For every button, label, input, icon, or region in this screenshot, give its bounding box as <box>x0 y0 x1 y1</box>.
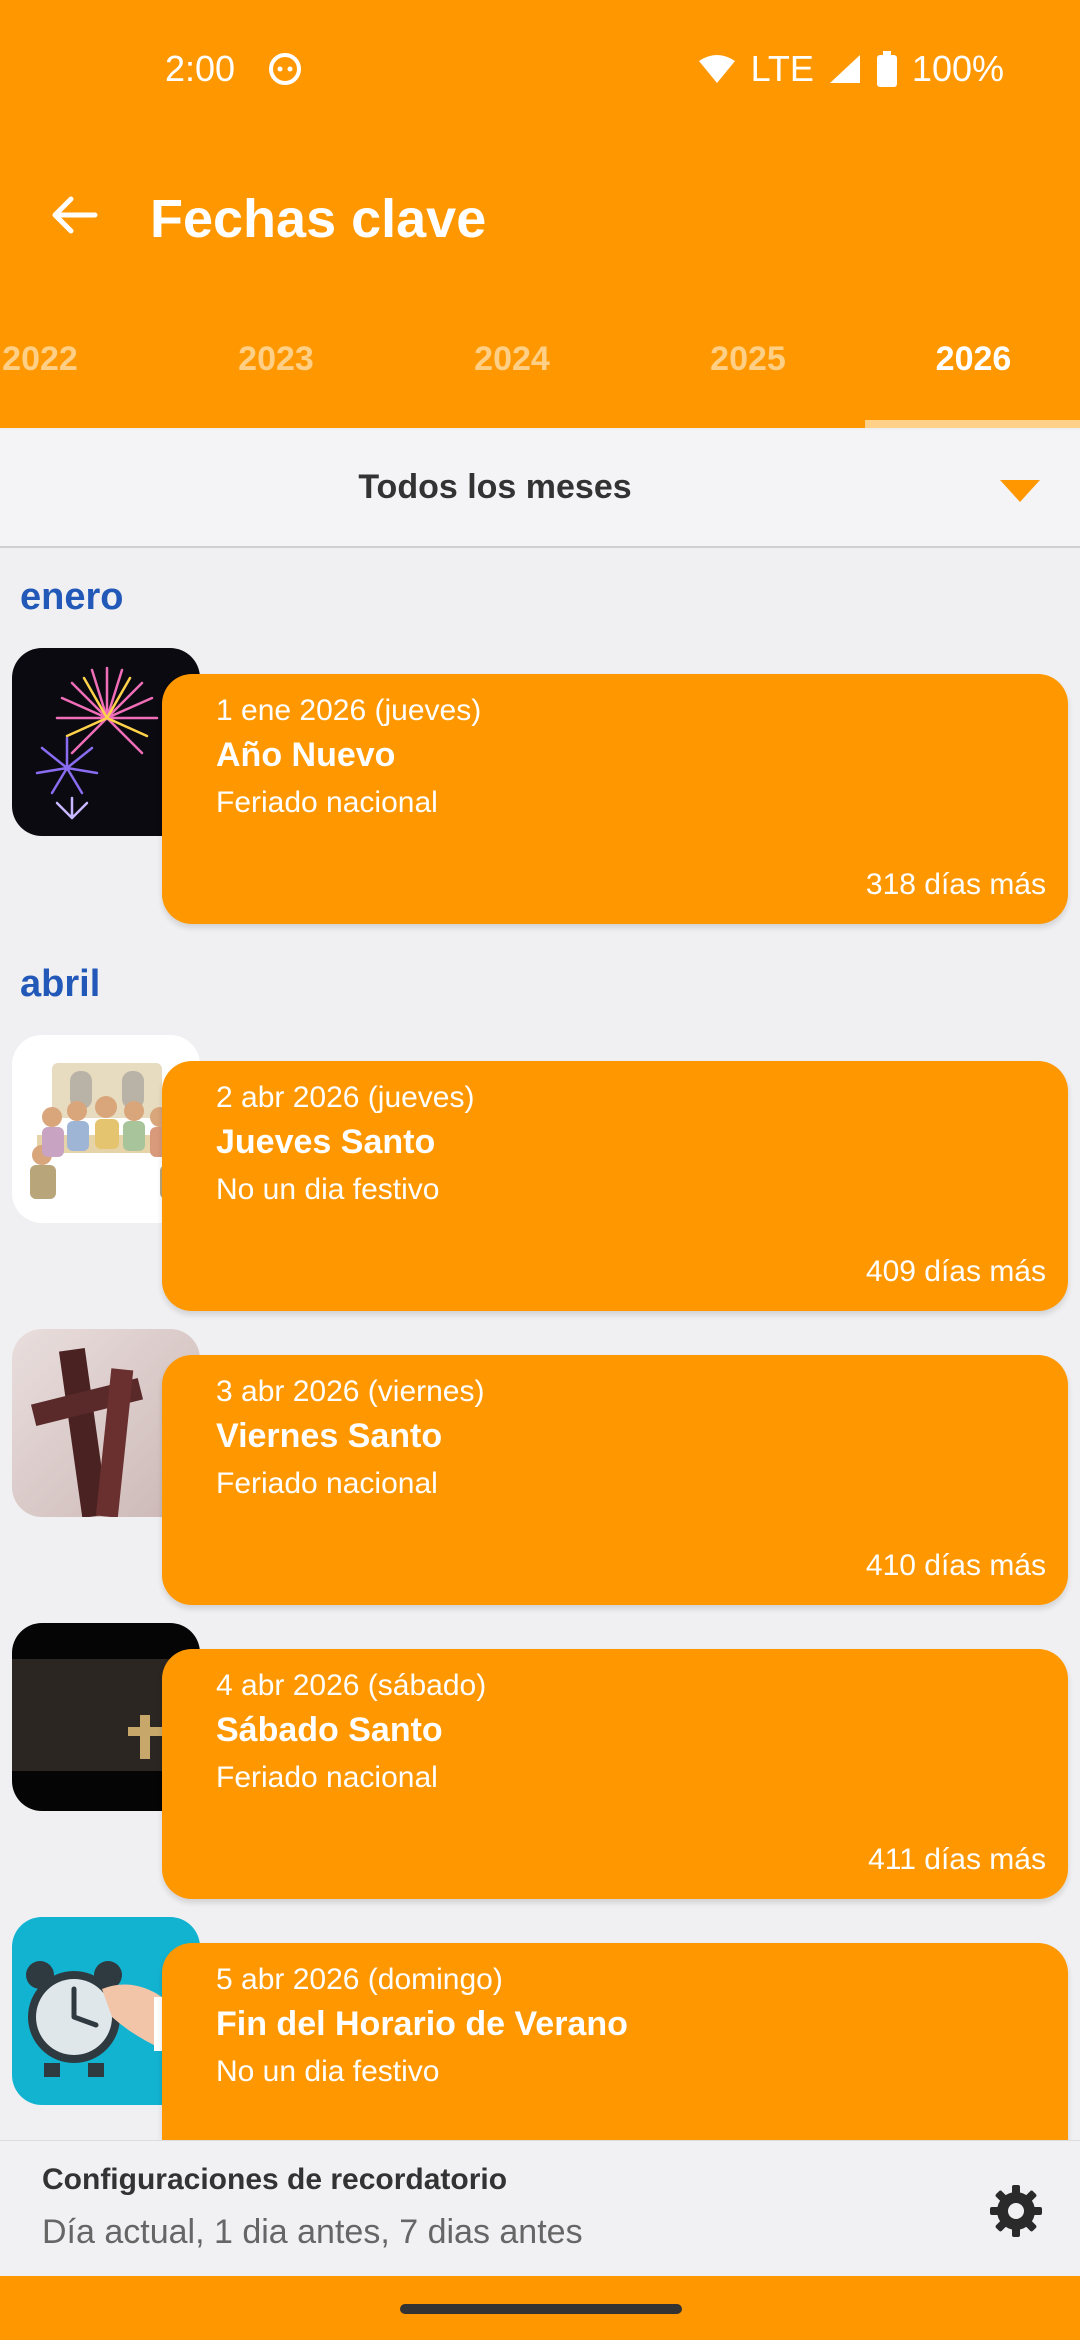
battery-level: 100% <box>911 48 1004 89</box>
event-item[interactable]: 3 abr 2026 (viernes) Viernes Santo Feria… <box>0 1329 1080 1605</box>
event-item[interactable]: 2 abr 2026 (jueves) Jueves Santo No un d… <box>0 1035 1080 1311</box>
tab-indicator <box>865 420 1080 428</box>
back-button[interactable] <box>40 180 110 250</box>
event-name: Fin del Horario de Verano <box>216 2005 628 2043</box>
tab-2026[interactable]: 2026 <box>866 340 1080 379</box>
year-tabs: 2022 2023 2024 2025 2026 <box>0 300 1080 428</box>
status-icons: LTE 100% <box>697 48 1004 90</box>
month-filter-value: Todos los meses <box>358 468 632 506</box>
event-item[interactable]: 5 abr 2026 (domingo) Fin del Horario de … <box>0 1917 1080 2193</box>
days-remaining: 318 días más <box>865 868 1046 901</box>
tab-2025[interactable]: 2025 <box>630 340 866 379</box>
event-date: 2 abr 2026 (jueves) <box>216 1081 475 1114</box>
event-card[interactable]: 2 abr 2026 (jueves) Jueves Santo No un d… <box>162 1061 1068 1311</box>
event-date: 3 abr 2026 (viernes) <box>216 1375 485 1408</box>
event-name: Viernes Santo <box>216 1417 443 1455</box>
tab-2023[interactable]: 2023 <box>158 340 394 379</box>
event-name: Año Nuevo <box>216 736 396 774</box>
notification-face-icon <box>269 53 301 85</box>
month-filter-dropdown[interactable]: Todos los meses <box>0 430 1080 548</box>
system-nav-bar <box>0 2276 1080 2340</box>
event-date: 1 ene 2026 (jueves) <box>216 694 482 727</box>
status-bar: 2:00 LTE 100% <box>0 0 1080 140</box>
reminder-settings-title: Configuraciones de recordatorio <box>42 2163 508 2196</box>
reminder-settings-value: Día actual, 1 dia antes, 7 dias antes <box>42 2213 583 2251</box>
dropdown-caret-icon <box>1000 480 1040 502</box>
event-type: Feriado nacional <box>216 1467 438 1500</box>
page-title: Fechas clave <box>150 189 487 249</box>
event-card[interactable]: 3 abr 2026 (viernes) Viernes Santo Feria… <box>162 1355 1068 1605</box>
event-date: 4 abr 2026 (sábado) <box>216 1669 487 1702</box>
battery-icon <box>876 51 897 87</box>
month-header-enero: enero <box>20 576 124 618</box>
arrow-back-icon <box>52 196 98 234</box>
event-item[interactable]: 4 abr 2026 (sábado) Sábado Santo Feriado… <box>0 1623 1080 1899</box>
event-name: Jueves Santo <box>216 1123 436 1161</box>
event-card[interactable]: 1 ene 2026 (jueves) Año Nuevo Feriado na… <box>162 674 1068 924</box>
days-remaining: 411 días más <box>868 1843 1046 1876</box>
days-remaining: 409 días más <box>865 1255 1046 1288</box>
event-name: Sábado Santo <box>216 1711 443 1749</box>
status-time: 2:00 <box>165 48 236 89</box>
event-type: No un dia festivo <box>216 1173 440 1206</box>
signal-icon <box>829 55 860 83</box>
event-date: 5 abr 2026 (domingo) <box>216 1963 503 1996</box>
network-label: LTE <box>750 48 814 89</box>
event-card[interactable]: 4 abr 2026 (sábado) Sábado Santo Feriado… <box>162 1649 1068 1899</box>
event-type: Feriado nacional <box>216 1761 438 1794</box>
tab-2024[interactable]: 2024 <box>394 340 630 379</box>
event-type: No un dia festivo <box>216 2055 440 2088</box>
event-type: Feriado nacional <box>216 786 438 819</box>
event-item[interactable]: 1 ene 2026 (jueves) Año Nuevo Feriado na… <box>0 648 1080 924</box>
month-header-abril: abril <box>20 963 101 1005</box>
tab-2022[interactable]: 2022 <box>0 340 158 379</box>
wifi-icon <box>698 55 735 83</box>
home-gesture-handle[interactable] <box>400 2304 682 2314</box>
reminder-settings[interactable]: Configuraciones de recordatorio Día actu… <box>0 2140 1080 2277</box>
gear-icon[interactable] <box>988 2183 1044 2239</box>
app-bar: Fechas clave <box>0 140 1080 300</box>
days-remaining: 410 días más <box>865 1549 1046 1582</box>
